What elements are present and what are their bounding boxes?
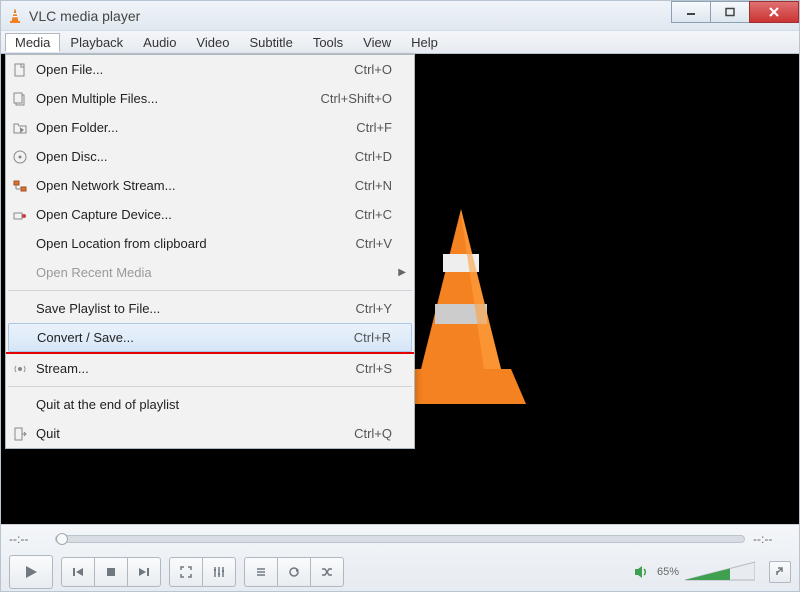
menu-media[interactable]: Media [5,33,60,52]
menu-item-label: Open Recent Media [36,265,406,280]
menu-item-shortcut: Ctrl+Shift+O [320,91,406,106]
menu-save-playlist[interactable]: Save Playlist to File... Ctrl+Y [6,294,414,323]
extended-settings-button[interactable] [202,557,236,587]
menu-item-label: Open File... [36,62,354,77]
stop-button[interactable] [94,557,128,587]
menu-item-shortcut: Ctrl+O [354,62,406,77]
speaker-icon[interactable] [633,563,651,581]
playlist-button[interactable] [244,557,278,587]
time-total: --:-- [753,532,791,546]
button-row: 65% [9,555,791,589]
menu-item-shortcut: Ctrl+C [355,207,406,222]
menu-video[interactable]: Video [186,33,239,52]
menu-item-label: Open Capture Device... [36,207,355,222]
network-icon [12,178,28,194]
seek-thumb[interactable] [56,533,68,545]
menu-item-shortcut: Ctrl+S [356,361,406,376]
seek-slider[interactable] [55,535,745,543]
menu-item-shortcut: Ctrl+Q [354,426,406,441]
media-dropdown: Open File... Ctrl+O Open Multiple Files.… [5,54,415,449]
menu-open-clipboard[interactable]: Open Location from clipboard Ctrl+V [6,229,414,258]
menu-audio[interactable]: Audio [133,33,186,52]
menu-item-label: Open Disc... [36,149,355,164]
menu-subtitle[interactable]: Subtitle [239,33,302,52]
menu-quit[interactable]: Quit Ctrl+Q [6,419,414,448]
play-button[interactable] [9,555,53,589]
volume-percent: 65% [657,566,679,578]
disc-icon [12,149,28,165]
files-icon [12,91,28,107]
capture-icon [12,207,28,223]
menu-item-label: Open Network Stream... [36,178,355,193]
next-button[interactable] [127,557,161,587]
menu-help[interactable]: Help [401,33,448,52]
menu-item-label: Open Folder... [36,120,356,135]
menu-open-multiple-files[interactable]: Open Multiple Files... Ctrl+Shift+O [6,84,414,113]
fullscreen-button[interactable] [169,557,203,587]
menu-item-shortcut: Ctrl+Y [356,301,406,316]
view-group [169,557,236,587]
close-button[interactable] [749,1,799,23]
menu-playback[interactable]: Playback [60,33,133,52]
menu-quit-end-playlist[interactable]: Quit at the end of playlist [6,390,414,419]
menu-open-recent-media[interactable]: Open Recent Media ▶ [6,258,414,287]
menu-item-label: Save Playlist to File... [36,301,356,316]
menu-open-network-stream[interactable]: Open Network Stream... Ctrl+N [6,171,414,200]
maximize-button[interactable] [710,1,750,23]
menu-item-shortcut: Ctrl+N [355,178,406,193]
menu-item-label: Quit at the end of playlist [36,397,406,412]
menu-item-label: Quit [36,426,354,441]
loop-button[interactable] [277,557,311,587]
menubar: Media Playback Audio Video Subtitle Tool… [0,30,800,54]
submenu-arrow-icon: ▶ [398,267,406,278]
menu-view[interactable]: View [353,33,401,52]
menu-item-shortcut: Ctrl+V [356,236,406,251]
playlist-group [244,557,344,587]
menu-open-file[interactable]: Open File... Ctrl+O [6,55,414,84]
playback-group [61,557,161,587]
quit-icon [12,426,28,442]
shuffle-button[interactable] [310,557,344,587]
folder-icon [12,120,28,136]
player-controls: --:-- --:-- 65% [0,524,800,592]
progress-row: --:-- --:-- [9,529,791,549]
expand-button[interactable] [769,561,791,583]
minimize-button[interactable] [671,1,711,23]
previous-button[interactable] [61,557,95,587]
window-controls [672,1,799,23]
menu-item-shortcut: Ctrl+D [355,149,406,164]
window-title: VLC media player [29,8,140,24]
vlc-cone-icon [7,8,23,24]
menu-item-label: Stream... [36,361,356,376]
menu-stream[interactable]: Stream... Ctrl+S [6,354,414,383]
volume-control: 65% [633,560,755,584]
video-area: Open File... Ctrl+O Open Multiple Files.… [0,54,800,524]
menu-item-shortcut: Ctrl+R [354,330,405,345]
menu-item-label: Open Multiple Files... [36,91,320,106]
titlebar: VLC media player [0,0,800,30]
menu-item-label: Convert / Save... [37,330,354,345]
menu-item-label: Open Location from clipboard [36,236,356,251]
menu-open-folder[interactable]: Open Folder... Ctrl+F [6,113,414,142]
menu-convert-save[interactable]: Convert / Save... Ctrl+R [8,323,412,352]
stream-icon [12,361,28,377]
time-elapsed: --:-- [9,532,47,546]
volume-slider[interactable] [685,560,755,584]
menu-item-shortcut: Ctrl+F [356,120,406,135]
menu-tools[interactable]: Tools [303,33,353,52]
menu-open-disc[interactable]: Open Disc... Ctrl+D [6,142,414,171]
file-icon [12,62,28,78]
menu-open-capture-device[interactable]: Open Capture Device... Ctrl+C [6,200,414,229]
menu-separator [8,290,412,291]
menu-separator [8,386,412,387]
